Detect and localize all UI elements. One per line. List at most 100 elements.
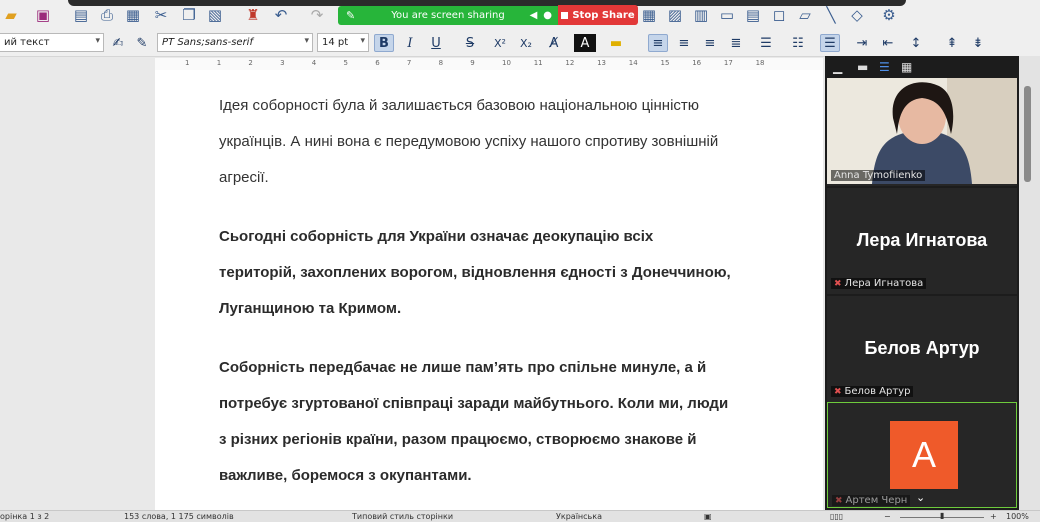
participant-tile-4[interactable]: A ✖ Артем Черн ⌄ <box>827 402 1017 508</box>
zoom-level[interactable]: 100% <box>1006 512 1029 521</box>
word-count: 153 слова, 1 175 символів <box>124 512 234 521</box>
participant-tile-3[interactable]: Белов Артур ✖ Белов Артур <box>827 296 1017 402</box>
copy-icon[interactable]: ❐ <box>180 6 198 24</box>
paste-icon[interactable]: ▧ <box>206 6 224 24</box>
insert-table-icon[interactable]: ▦ <box>640 6 658 24</box>
ruler-mark: 10 <box>502 59 511 67</box>
ruler-mark: 1 <box>185 59 190 67</box>
page-count: орінка 1 з 2 <box>0 512 50 521</box>
share-drag-icon[interactable]: ✎ <box>346 9 355 22</box>
numbered-list-icon[interactable]: ☷ <box>788 34 808 52</box>
redo-icon[interactable]: ↷ <box>308 6 326 24</box>
paragraph-line: з різних регіонів країни, разом працюємо… <box>219 431 697 448</box>
clone-format-icon[interactable]: ♜ <box>244 6 262 24</box>
ruler-mark: 6 <box>375 59 380 67</box>
participant-tile-2[interactable]: Лера Игнатова ✖ Лера Игнатова <box>827 188 1017 294</box>
stop-share-label: Stop Share <box>572 9 635 21</box>
font-color-icon[interactable]: A <box>574 34 596 52</box>
outline-list-icon[interactable]: ☰ <box>820 34 840 52</box>
strip-view-icon[interactable]: ☰ <box>879 60 890 74</box>
print-preview-icon[interactable]: ▦ <box>124 6 142 24</box>
comment-icon[interactable]: ◻ <box>770 6 788 24</box>
paragraph-line: українців. А нині вона є передумовою усп… <box>219 133 719 150</box>
subscript-button[interactable]: X₂ <box>516 34 536 52</box>
scrollbar-thumb[interactable] <box>1024 86 1031 182</box>
document-page[interactable]: Ідея соборності була й залишається базов… <box>155 70 823 510</box>
highlight-icon[interactable]: ▬ <box>606 34 626 52</box>
document-paragraph[interactable]: Соборність передбачає не лише пам’ять пр… <box>219 350 799 494</box>
document-paragraph[interactable]: Ідея соборності була й залишається базов… <box>219 88 799 196</box>
print-icon[interactable]: ⎙ <box>98 6 116 24</box>
draw-functions-icon[interactable]: ⚙ <box>880 6 898 24</box>
zoom-slider-thumb[interactable]: ▮ <box>940 511 944 520</box>
increase-indent-icon[interactable]: ⇥ <box>852 34 872 52</box>
ruler-mark: 14 <box>628 59 638 67</box>
ruler-mark: 7 <box>406 59 412 67</box>
clear-formatting-icon[interactable]: A̸ <box>544 34 564 52</box>
language[interactable]: Українська <box>556 512 602 521</box>
strikethrough-button[interactable]: S <box>460 34 480 52</box>
underline-button[interactable]: U <box>426 34 446 52</box>
formatting-toolbar: ий текст ▾ ✍ ✎ PT Sans;sans-serif ▾ 14 p… <box>0 30 1040 57</box>
chevron-down-icon: ▾ <box>360 36 365 46</box>
participant-tile-1[interactable]: Anna Tymofiienko <box>827 78 1017 186</box>
chevron-down-icon: ▾ <box>304 36 309 46</box>
insert-chart-icon[interactable]: ▥ <box>692 6 710 24</box>
panel-header: ▁ ▬ ☰ ▦ <box>825 56 1019 78</box>
font-name-combo[interactable]: PT Sans;sans-serif ▾ <box>157 33 313 52</box>
single-view-icon[interactable]: ▬ <box>857 60 868 74</box>
view-layout-icon[interactable]: ▯▯▯ <box>830 512 843 521</box>
ruler-mark: 5 <box>343 59 348 67</box>
participant-avatar: A <box>890 421 958 489</box>
bullet-list-icon[interactable]: ☰ <box>756 34 776 52</box>
selection-mode-icon[interactable]: ▣ <box>704 512 712 521</box>
basic-shapes-icon[interactable]: ◇ <box>848 6 866 24</box>
vertical-scrollbar[interactable] <box>1019 56 1040 510</box>
font-size-value: 14 pt <box>322 37 349 48</box>
zoom-out-icon[interactable]: − <box>884 512 891 521</box>
paragraph-spacing-increase-icon[interactable]: ⇞ <box>942 34 962 52</box>
line-icon[interactable]: ╲ <box>822 6 840 24</box>
scroll-down-icon[interactable]: ⌄ <box>916 491 925 504</box>
document-paragraph[interactable]: Сьогодні соборність для України означає … <box>219 219 799 327</box>
insert-textbox-icon[interactable]: ▭ <box>718 6 736 24</box>
bold-button[interactable]: B <box>374 34 394 52</box>
paragraph-line: потребує згуртованої співпраці заради ма… <box>219 395 729 412</box>
paragraph-line: територій, захоплених ворогом, відновлен… <box>219 264 731 281</box>
page-style[interactable]: Типовий стиль сторінки <box>352 512 453 521</box>
line-spacing-icon[interactable]: ↕ <box>906 34 926 52</box>
align-center-icon[interactable]: ≡ <box>674 34 694 52</box>
export-pdf-icon[interactable]: ▤ <box>72 6 90 24</box>
participants-panel: ▁ ▬ ☰ ▦ Anna Tymofiienko Лера Игнатова ✖… <box>825 56 1019 510</box>
font-size-combo[interactable]: 14 pt ▾ <box>317 33 369 52</box>
stop-share-button[interactable]: Stop Share <box>558 5 638 25</box>
undo-icon[interactable]: ↶ <box>272 6 290 24</box>
save-icon[interactable]: ▣ <box>34 6 52 24</box>
open-folder-icon[interactable]: ▰ <box>2 6 20 24</box>
superscript-button[interactable]: X² <box>490 34 510 52</box>
zoom-in-icon[interactable]: + <box>990 512 997 521</box>
ruler-mark: 15 <box>660 59 670 67</box>
align-left-icon[interactable]: ≡ <box>648 34 668 52</box>
update-style-icon[interactable]: ✍ <box>108 34 128 52</box>
decrease-indent-icon[interactable]: ⇤ <box>878 34 898 52</box>
insert-field-icon[interactable]: ▤ <box>744 6 762 24</box>
cut-icon[interactable]: ✂ <box>152 6 170 24</box>
paragraph-spacing-decrease-icon[interactable]: ⇟ <box>968 34 988 52</box>
track-changes-icon[interactable]: ▱ <box>796 6 814 24</box>
new-style-icon[interactable]: ✎ <box>132 34 152 52</box>
minimize-icon[interactable]: ▁ <box>833 60 842 74</box>
italic-button[interactable]: I <box>400 34 420 52</box>
align-right-icon[interactable]: ≡ <box>700 34 720 52</box>
paragraph-style-combo[interactable]: ий текст ▾ <box>0 33 104 52</box>
chevron-down-icon: ▾ <box>95 36 100 46</box>
audio-icon[interactable]: ◀ <box>530 10 538 21</box>
shield-icon: ● <box>543 10 552 21</box>
justify-icon[interactable]: ≣ <box>726 34 746 52</box>
gallery-view-icon[interactable]: ▦ <box>901 60 912 74</box>
ruler-mark: 16 <box>692 59 702 67</box>
muted-mic-icon: ✖ <box>834 279 842 289</box>
insert-image-icon[interactable]: ▨ <box>666 6 684 24</box>
muted-mic-icon: ✖ <box>835 496 843 506</box>
paragraph-style-value: ий текст <box>4 37 50 48</box>
